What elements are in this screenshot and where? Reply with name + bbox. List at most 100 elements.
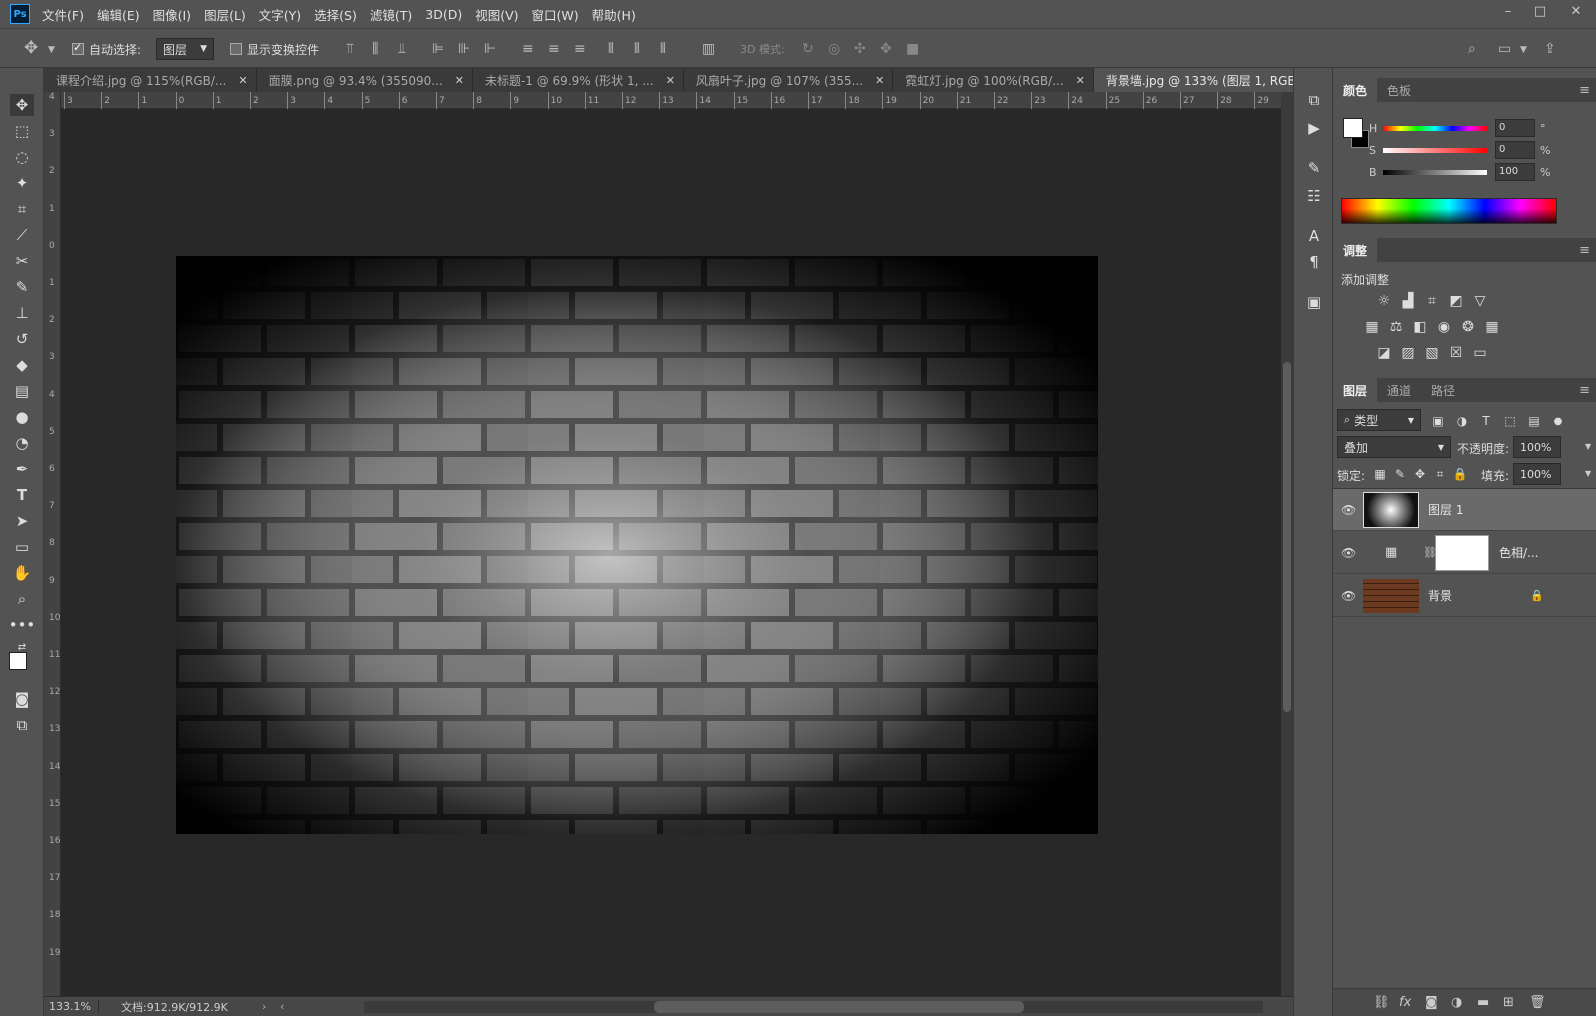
lasso-tool-icon[interactable]: ◌ bbox=[10, 146, 34, 168]
menu-image[interactable]: 图像(I) bbox=[153, 5, 191, 24]
eraser-tool-icon[interactable]: ◆ bbox=[10, 354, 34, 376]
new-group-icon[interactable]: ▬ bbox=[1477, 995, 1489, 1010]
channel-mixer-icon[interactable]: ❂ bbox=[1459, 318, 1477, 336]
blur-tool-icon[interactable]: ● bbox=[10, 406, 34, 428]
fill-field[interactable]: 100% bbox=[1513, 463, 1561, 485]
history-panel-icon[interactable]: ⧉ bbox=[1302, 88, 1326, 112]
tab-course-intro[interactable]: 课程介绍.jpg @ 115%(RGB/... ✕ bbox=[44, 68, 257, 92]
tab-layers[interactable]: 图层 bbox=[1333, 378, 1378, 402]
menu-layer[interactable]: 图层(L) bbox=[204, 5, 246, 24]
levels-icon[interactable]: ▟ bbox=[1399, 292, 1417, 310]
menu-3d[interactable]: 3D(D) bbox=[425, 7, 462, 22]
menu-edit[interactable]: 编辑(E) bbox=[97, 5, 140, 24]
3d-roll-icon[interactable]: ◎ bbox=[828, 41, 840, 57]
chevron-right-icon[interactable]: › bbox=[262, 1000, 266, 1013]
move-tool-preset-icon[interactable]: ✥ bbox=[24, 38, 38, 58]
actions-panel-icon[interactable]: ▶ bbox=[1302, 116, 1326, 140]
tab-paths[interactable]: 路径 bbox=[1421, 378, 1465, 402]
crop-tool-icon[interactable]: ⌗ bbox=[10, 198, 34, 220]
zoom-tool-icon[interactable]: ⌕ bbox=[10, 588, 34, 610]
auto-select-target-dropdown[interactable]: 图层 ▼ bbox=[156, 38, 214, 60]
color-balance-icon[interactable]: ⚖ bbox=[1387, 318, 1405, 336]
lock-position-icon[interactable]: ✥ bbox=[1411, 465, 1429, 483]
workspace-icon[interactable]: ▭ bbox=[1498, 41, 1511, 57]
link-layers-icon[interactable]: ⛓ bbox=[1373, 995, 1390, 1010]
more-tools-icon[interactable]: ••• bbox=[9, 614, 36, 636]
panel-menu-icon[interactable]: ≡ bbox=[1579, 83, 1590, 98]
filter-adjustment-icon[interactable]: ◑ bbox=[1453, 412, 1471, 430]
properties-panel-icon[interactable]: ☷ bbox=[1302, 184, 1326, 208]
fx-icon[interactable]: fx bbox=[1399, 995, 1411, 1010]
distribute-vcenter-icon[interactable]: ≡ bbox=[548, 41, 560, 57]
search-icon[interactable]: ⌕ bbox=[1468, 41, 1476, 57]
rectangle-tool-icon[interactable]: ▭ bbox=[10, 536, 34, 558]
move-tool-icon[interactable]: ✥ bbox=[10, 94, 34, 116]
distribute-top-icon[interactable]: ≡ bbox=[522, 41, 534, 57]
distribute-left-icon[interactable]: ⫴ bbox=[608, 41, 614, 57]
menu-select[interactable]: 选择(S) bbox=[314, 5, 357, 24]
tab-mask[interactable]: 面膜.png @ 93.4% (355090... ✕ bbox=[257, 68, 473, 92]
menu-type[interactable]: 文字(Y) bbox=[259, 5, 301, 24]
layer-mask-thumbnail[interactable] bbox=[1435, 535, 1489, 571]
panel-menu-icon[interactable]: ≡ bbox=[1579, 383, 1590, 398]
chevron-down-icon[interactable]: ▼ bbox=[1585, 442, 1591, 451]
eye-icon[interactable]: 👁 bbox=[1341, 546, 1356, 560]
foreground-color-swatch[interactable] bbox=[9, 652, 27, 670]
layer-filter-dropdown[interactable]: ⌕ 类型 ▼ bbox=[1337, 409, 1421, 431]
layer-name[interactable]: 图层 1 bbox=[1428, 501, 1463, 518]
path-selection-tool-icon[interactable]: ➤ bbox=[10, 510, 34, 532]
exposure-icon[interactable]: ◩ bbox=[1447, 292, 1465, 310]
3d-pan-icon[interactable]: ✣ bbox=[854, 41, 866, 57]
hand-tool-icon[interactable]: ✋ bbox=[10, 562, 34, 584]
show-transform-option[interactable]: 显示变换控件 bbox=[230, 29, 319, 69]
filter-shape-icon[interactable]: ⬚ bbox=[1501, 412, 1519, 430]
color-spectrum[interactable] bbox=[1341, 198, 1557, 224]
tab-fan-leaf[interactable]: 风扇叶子.jpg @ 107% (355... ✕ bbox=[684, 68, 894, 92]
close-icon[interactable]: ✕ bbox=[455, 74, 464, 87]
vibrance-icon[interactable]: ▽ bbox=[1471, 292, 1489, 310]
chevron-down-icon[interactable]: ▼ bbox=[48, 45, 55, 55]
foreground-color-swatch[interactable] bbox=[1343, 118, 1363, 138]
align-bottom-icon[interactable]: ⫫ bbox=[398, 41, 406, 57]
saturation-track[interactable] bbox=[1383, 147, 1487, 153]
curves-icon[interactable]: ⌗ bbox=[1423, 292, 1441, 310]
brick-wall-image[interactable] bbox=[176, 256, 1098, 834]
vertical-ruler[interactable]: 4 3 2 1 0 1 2 3 4 5 6 7 8 9 10 11 12 13 14 15 16 17 18 19 bbox=[44, 92, 61, 996]
eye-icon[interactable]: 👁 bbox=[1341, 503, 1356, 517]
lock-artboard-icon[interactable]: ⌗ bbox=[1431, 465, 1449, 483]
layer-row-layer1[interactable]: 👁 图层 1 bbox=[1333, 489, 1596, 531]
align-top-icon[interactable]: ⫪ bbox=[346, 41, 354, 57]
share-icon[interactable]: ⇪ bbox=[1544, 41, 1556, 57]
brightness-contrast-icon[interactable]: ☼ bbox=[1375, 292, 1393, 310]
new-adjustment-icon[interactable]: ◑ bbox=[1451, 995, 1462, 1010]
screen-mode-icon[interactable]: ⧉ bbox=[10, 714, 34, 736]
brightness-value[interactable]: 100 bbox=[1495, 163, 1535, 181]
eye-icon[interactable]: 👁 bbox=[1341, 589, 1356, 603]
paragraph-panel-icon[interactable]: ¶ bbox=[1302, 250, 1326, 274]
add-mask-icon[interactable]: ◙ bbox=[1425, 995, 1438, 1010]
menu-filter[interactable]: 滤镜(T) bbox=[370, 5, 412, 24]
dodge-tool-icon[interactable]: ◔ bbox=[10, 432, 34, 454]
horizontal-ruler[interactable]: 3 2 1 0 1 2 3 4 5 6 7 8 9 10 11 12 13 14 15 16 17 18 19 20 21 22 2… bbox=[61, 92, 1281, 109]
tab-adjustments[interactable]: 调整 bbox=[1333, 238, 1378, 262]
zoom-level[interactable]: 133.1% bbox=[44, 1000, 99, 1013]
close-window-button[interactable]: ✕ bbox=[1560, 0, 1592, 22]
brightness-track[interactable] bbox=[1383, 169, 1487, 175]
align-right-icon[interactable]: ⊩ bbox=[484, 41, 496, 57]
horizontal-scrollbar[interactable] bbox=[364, 1001, 1263, 1013]
close-icon[interactable]: ✕ bbox=[1076, 74, 1085, 87]
threshold-icon[interactable]: ▧ bbox=[1423, 344, 1441, 362]
delete-layer-icon[interactable]: 🗑 bbox=[1529, 995, 1546, 1010]
brush-tool-icon[interactable]: ✎ bbox=[10, 276, 34, 298]
auto-select-option[interactable]: 自动选择: bbox=[72, 29, 141, 69]
character-panel-icon[interactable]: A bbox=[1302, 224, 1326, 248]
layer-row-background[interactable]: 👁 背景 🔒 bbox=[1333, 575, 1596, 617]
close-icon[interactable]: ✕ bbox=[666, 74, 675, 87]
minimize-button[interactable]: – bbox=[1492, 0, 1524, 22]
color-lookup-icon[interactable]: ▦ bbox=[1483, 318, 1501, 336]
brush-settings-icon[interactable]: ✎ bbox=[1302, 156, 1326, 180]
invert-icon[interactable]: ◪ bbox=[1375, 344, 1393, 362]
posterize-icon[interactable]: ▨ bbox=[1399, 344, 1417, 362]
eyedropper-tool-icon[interactable]: ⟋ bbox=[10, 224, 34, 246]
hue-track[interactable] bbox=[1383, 125, 1487, 131]
